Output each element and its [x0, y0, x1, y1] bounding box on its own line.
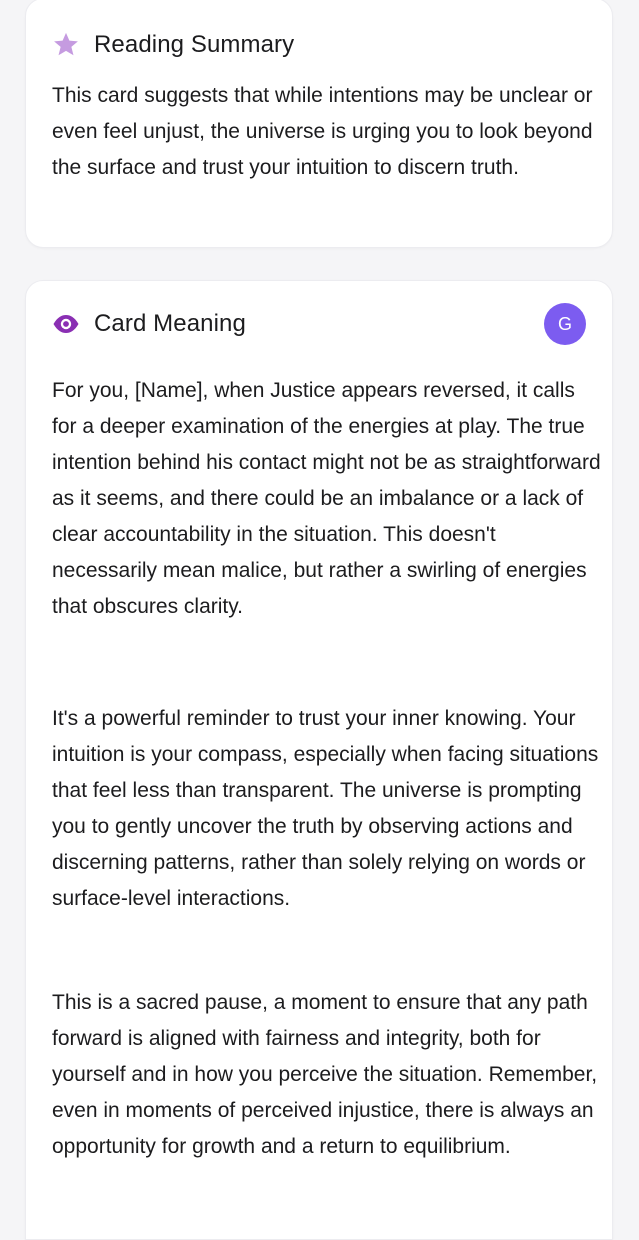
- reading-summary-title: Reading Summary: [94, 31, 295, 58]
- reading-summary-text: This card suggests that while intentions…: [52, 84, 593, 179]
- card-meaning-paragraph-2: It's a powerful reminder to trust your i…: [52, 707, 599, 910]
- eye-icon: [52, 310, 80, 338]
- card-meaning-card: Card Meaning G For you, [Name], when Jus…: [25, 280, 613, 1240]
- star-icon: [52, 31, 80, 59]
- reading-summary-header: Reading Summary: [52, 27, 586, 63]
- card-meaning-paragraph-1: For you, [Name], when Justice appears re…: [52, 379, 601, 618]
- card-meaning-paragraph-3: This is a sacred pause, a moment to ensu…: [52, 991, 598, 1158]
- card-meaning-title: Card Meaning: [94, 310, 246, 337]
- card-meaning-header: Card Meaning G: [52, 303, 586, 345]
- reading-summary-card: Reading Summary This card suggests that …: [25, 0, 613, 248]
- avatar[interactable]: G: [544, 303, 586, 345]
